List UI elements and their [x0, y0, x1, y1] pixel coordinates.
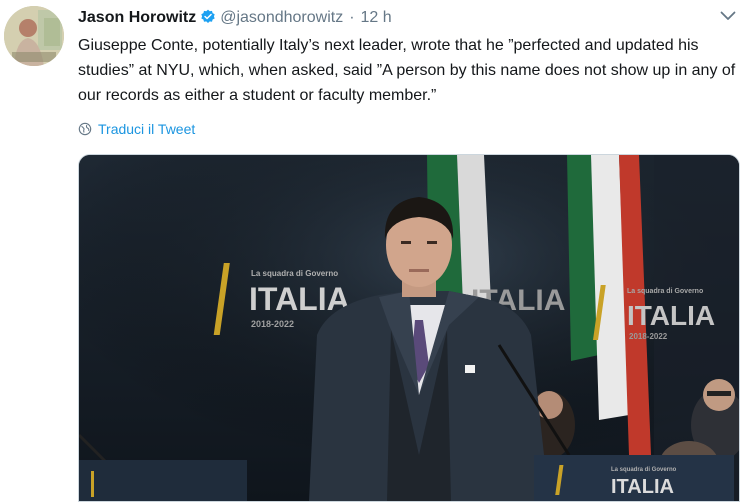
translate-tweet-link[interactable]: Traduci il Tweet: [78, 121, 195, 137]
chevron-down-icon[interactable]: [720, 10, 736, 22]
photo-scene: La squadra di Governo ITALIA 2018-2022 I…: [79, 155, 739, 501]
svg-text:ITALIA: ITALIA: [611, 476, 674, 498]
svg-text:ITALIA: ITALIA: [249, 281, 350, 317]
avatar-image: [4, 6, 64, 66]
author-handle[interactable]: @jasondhorowitz: [220, 9, 343, 26]
author-name[interactable]: Jason Horowitz: [78, 9, 196, 26]
svg-text:2018-2022: 2018-2022: [251, 319, 294, 329]
avatar[interactable]: [4, 6, 64, 66]
tweet-timestamp[interactable]: 12 h: [361, 9, 392, 26]
verified-badge-icon: [201, 9, 215, 23]
svg-text:2018-2022: 2018-2022: [629, 332, 668, 341]
svg-text:La squadra di Governo: La squadra di Governo: [251, 269, 338, 278]
svg-text:La squadra di Governo: La squadra di Governo: [611, 467, 677, 473]
svg-text:ITALIA: ITALIA: [627, 300, 715, 331]
tweet-media-photo[interactable]: La squadra di Governo ITALIA 2018-2022 I…: [78, 154, 740, 502]
globe-icon: [78, 122, 92, 136]
separator-dot: ·: [349, 9, 355, 26]
svg-text:La squadra di Governo: La squadra di Governo: [627, 288, 703, 295]
translate-label: Traduci il Tweet: [98, 121, 196, 137]
tweet-text: Giuseppe Conte, potentially Italy’s next…: [78, 37, 736, 104]
tweet-header: Jason Horowitz @jasondhorowitz · 12 h: [78, 8, 392, 28]
